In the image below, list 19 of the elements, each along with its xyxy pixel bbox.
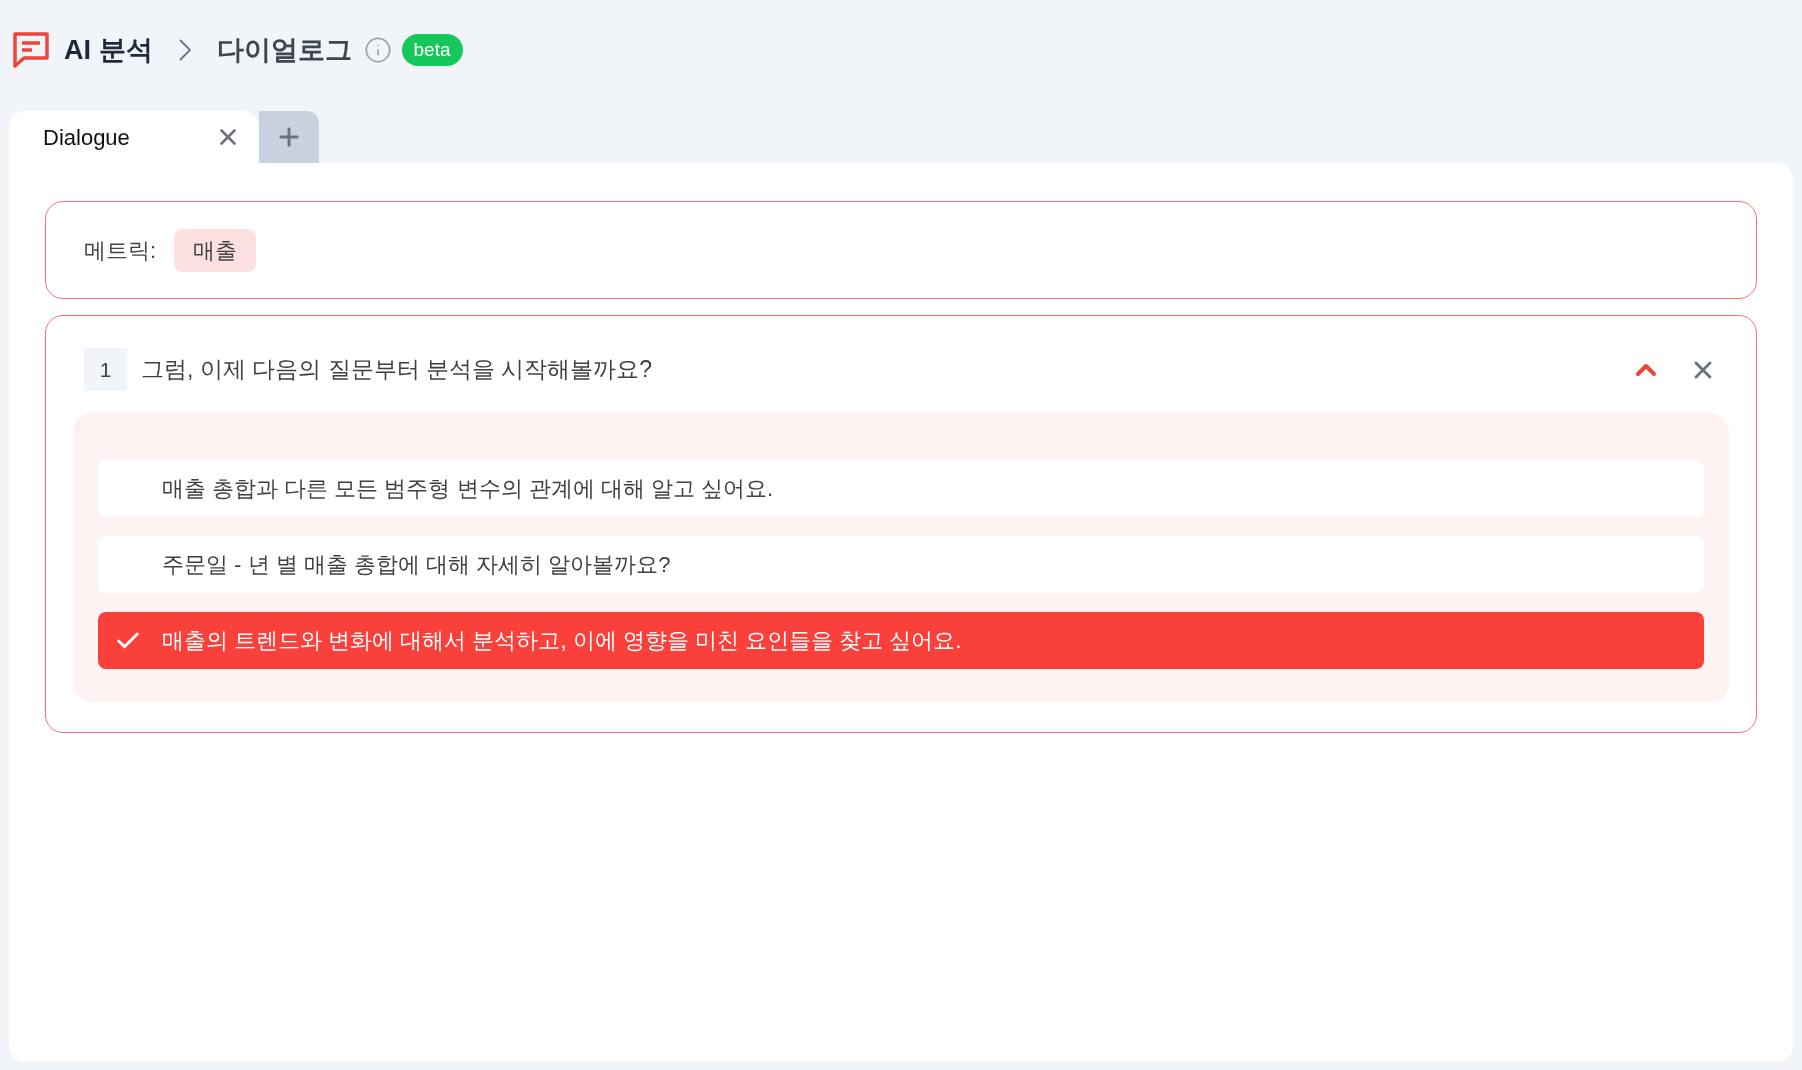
metric-label: 메트릭: bbox=[84, 236, 157, 265]
option-text: 주문일 - 년 별 매출 총합에 대해 자세히 알아볼까요? bbox=[162, 551, 671, 579]
tab-label: Dialogue bbox=[43, 123, 130, 152]
breadcrumb-item[interactable]: AI 분석 bbox=[64, 29, 153, 71]
metric-tag: 매출 bbox=[174, 228, 257, 272]
question-number: 1 bbox=[84, 348, 127, 391]
chevron-right-icon bbox=[178, 39, 191, 61]
question-text: 그럼, 이제 다음의 질문부터 분석을 시작해볼까요? bbox=[141, 355, 654, 385]
chat-icon bbox=[12, 31, 50, 69]
option-text: 매출 총합과 다른 모든 범주형 변수의 관계에 대해 알고 싶어요. bbox=[162, 475, 774, 503]
option-item[interactable]: 주문일 - 년 별 매출 총합에 대해 자세히 알아볼까요? bbox=[98, 536, 1704, 593]
option-item[interactable]: 매출 총합과 다른 모든 범주형 변수의 관계에 대해 알고 싶어요. bbox=[98, 460, 1704, 517]
add-tab-button[interactable] bbox=[259, 111, 319, 163]
option-text: 매출의 트렌드와 변화에 대해서 분석하고, 이에 영향을 미친 요인들을 찾고 싶어요. bbox=[162, 627, 962, 655]
option-item[interactable]: 매출의 트렌드와 변화에 대해서 분석하고, 이에 영향을 미친 요인들을 찾고 싶어요. bbox=[98, 612, 1704, 669]
tab[interactable]: Dialogue bbox=[9, 111, 259, 163]
info-icon[interactable] bbox=[363, 36, 392, 64]
beta-badge: beta bbox=[401, 34, 463, 66]
breadcrumb-item: 다이얼로그 bbox=[216, 33, 352, 67]
